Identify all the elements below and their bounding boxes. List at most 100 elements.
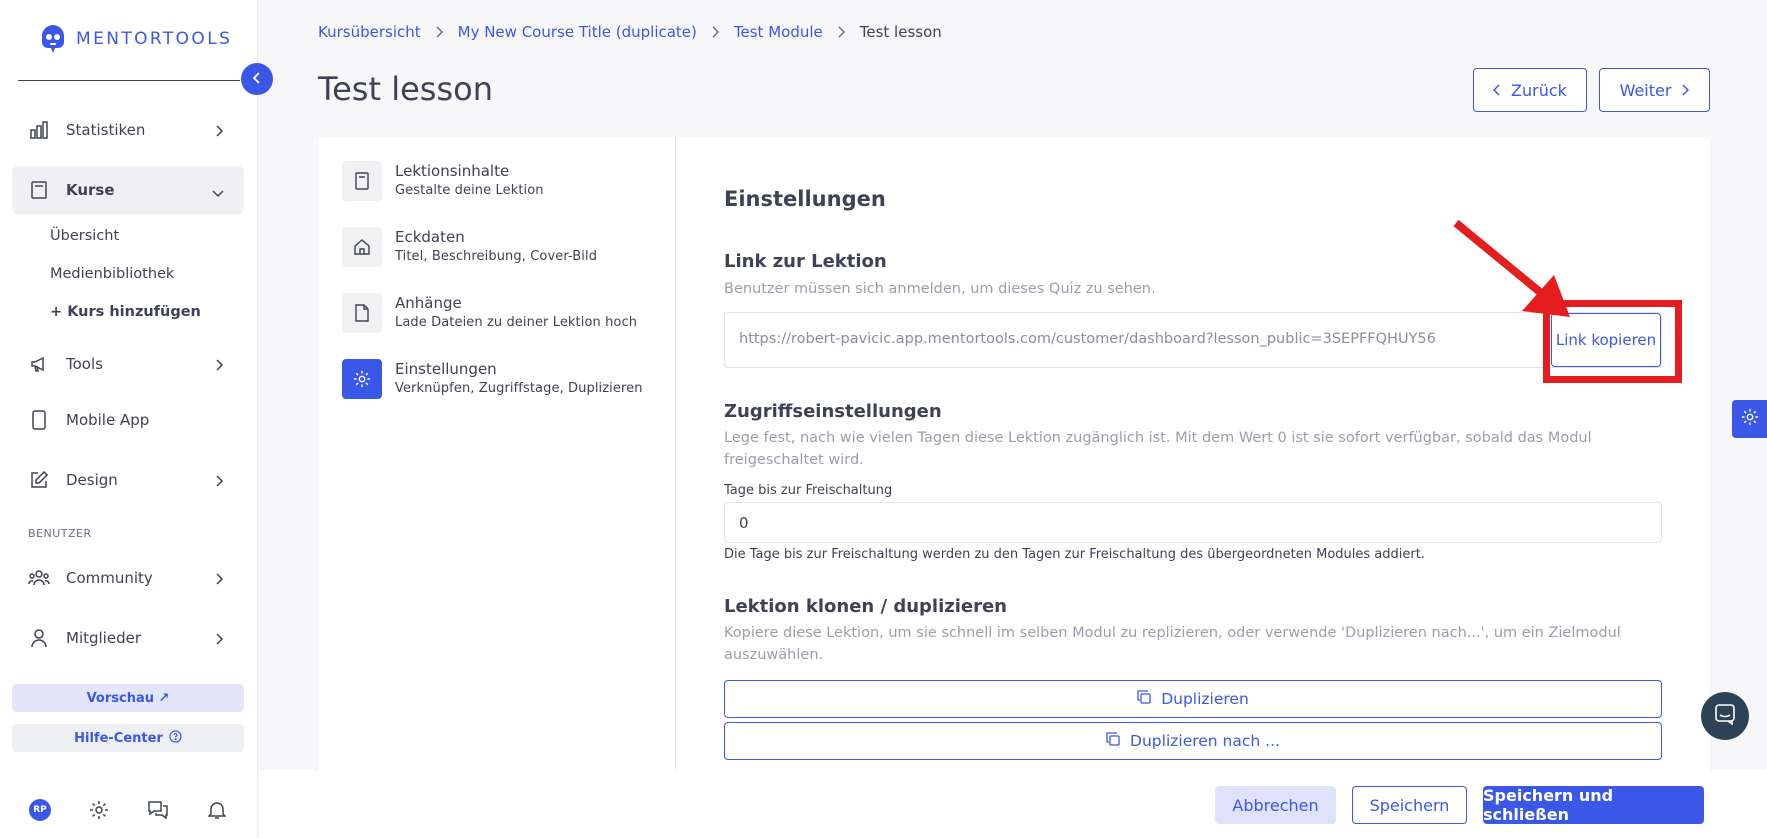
- divider: [675, 137, 676, 777]
- breadcrumb: Kursübersicht My New Course Title (dupli…: [318, 23, 942, 41]
- logo-text: MENTORTOOLS: [76, 29, 233, 49]
- tab-title: Lektionsinhalte: [395, 162, 510, 180]
- bell-icon[interactable]: [205, 798, 229, 822]
- tab-subtitle: Verknüpfen, Zugriffstage, Duplizieren: [395, 381, 643, 396]
- avatar-initials: RP: [29, 799, 51, 821]
- unlock-days-input[interactable]: 0: [724, 502, 1662, 543]
- chevron-right-icon: [214, 123, 224, 141]
- section-label-benutzer: BENUTZER: [28, 527, 92, 540]
- megaphone-icon: [28, 353, 50, 375]
- breadcrumb-item[interactable]: Test Module: [734, 23, 823, 41]
- help-center-label: Hilfe-Center: [74, 730, 163, 746]
- tab-eckdaten[interactable]: Eckdaten Titel, Beschreibung, Cover-Bild: [342, 227, 662, 271]
- access-section-heading: Zugriffseinstellungen: [724, 401, 942, 422]
- clone-section-heading: Lektion klonen / duplizieren: [724, 596, 1007, 617]
- chevron-right-icon: [711, 25, 720, 39]
- chevron-right-icon: [214, 357, 224, 375]
- sidebar-subitem-kurs-hinzufuegen[interactable]: + Kurs hinzufügen: [50, 304, 201, 320]
- sidebar-item-label: Mobile App: [66, 411, 150, 429]
- chevron-right-icon: [214, 473, 224, 491]
- sidebar-item-mitglieder[interactable]: Mitglieder: [12, 614, 244, 662]
- book-icon: [28, 179, 50, 201]
- tab-einstellungen[interactable]: Einstellungen Verknüpfen, Zugriffstage, …: [342, 359, 662, 403]
- avatar[interactable]: RP: [28, 798, 52, 822]
- duplicate-to-button[interactable]: Duplizieren nach ...: [724, 722, 1662, 760]
- chevron-right-icon: [435, 25, 444, 39]
- chevron-right-icon: [1681, 81, 1690, 100]
- duplicate-button[interactable]: Duplizieren: [724, 680, 1662, 718]
- users-icon: [28, 567, 50, 589]
- sidebar-item-community[interactable]: Community: [12, 554, 244, 602]
- sidebar-item-label: Community: [66, 569, 153, 587]
- logo-icon: [42, 25, 64, 53]
- duplicate-to-label: Duplizieren nach ...: [1130, 732, 1280, 750]
- tab-title: Eckdaten: [395, 228, 465, 246]
- divider: [18, 80, 240, 81]
- copy-icon: [1137, 690, 1151, 708]
- preview-button[interactable]: Vorschau ↗: [12, 684, 244, 712]
- lesson-link-url[interactable]: https://robert-pavicic.app.mentortools.c…: [739, 331, 1436, 347]
- tab-title: Anhänge: [395, 294, 462, 312]
- settings-toggle-button[interactable]: [1732, 400, 1767, 438]
- back-label: Zurück: [1511, 80, 1567, 100]
- sidebar-item-label: Kurse: [66, 181, 115, 199]
- collapse-sidebar-button[interactable]: [241, 63, 273, 95]
- sidebar: MENTORTOOLS Statistiken Kurse Übersicht …: [0, 0, 258, 838]
- page-title: Test lesson: [318, 70, 493, 108]
- sidebar-item-tools[interactable]: Tools: [12, 340, 244, 388]
- user-icon: [28, 627, 50, 649]
- breadcrumb-item[interactable]: My New Course Title (duplicate): [458, 23, 697, 41]
- settings-heading: Einstellungen: [724, 187, 886, 211]
- file-icon: [342, 293, 382, 333]
- save-button[interactable]: Speichern: [1352, 786, 1467, 824]
- lesson-editor-card: Lektionsinhalte Gestalte deine Lektion E…: [318, 137, 1710, 777]
- sidebar-item-label: Mitglieder: [66, 629, 141, 647]
- chevron-right-icon: [214, 571, 224, 589]
- help-center-button[interactable]: Hilfe-Center: [12, 724, 244, 752]
- copy-link-button[interactable]: Link kopieren: [1551, 313, 1661, 367]
- support-chat-button[interactable]: [1701, 692, 1749, 740]
- save-and-close-button[interactable]: Speichern und schließen: [1483, 786, 1704, 824]
- copy-icon: [1106, 732, 1120, 750]
- sidebar-item-statistiken[interactable]: Statistiken: [12, 106, 244, 154]
- sidebar-item-label: Tools: [66, 355, 103, 373]
- chevron-right-icon: [837, 25, 846, 39]
- back-button[interactable]: Zurück: [1473, 68, 1587, 112]
- tab-subtitle: Lade Dateien zu deiner Lektion hoch: [395, 315, 638, 330]
- chevron-down-icon: [212, 184, 224, 202]
- cancel-button[interactable]: Abbrechen: [1215, 786, 1336, 824]
- tab-anhaenge[interactable]: Anhänge Lade Dateien zu deiner Lektion h…: [342, 293, 662, 337]
- sidebar-item-design[interactable]: Design: [12, 456, 244, 504]
- sidebar-subitem-uebersicht[interactable]: Übersicht: [50, 228, 119, 244]
- tab-subtitle: Gestalte deine Lektion: [395, 183, 544, 198]
- home-icon: [342, 227, 382, 267]
- clone-section-description: Kopiere diese Lektion, um sie schnell im…: [724, 625, 1621, 663]
- gear-icon: [1741, 408, 1759, 430]
- duplicate-label: Duplizieren: [1161, 690, 1249, 708]
- gear-icon[interactable]: [87, 798, 111, 822]
- breadcrumb-current: Test lesson: [859, 23, 942, 41]
- next-button[interactable]: Weiter: [1599, 68, 1710, 112]
- sidebar-item-label: Design: [66, 471, 118, 489]
- gear-icon: [342, 359, 382, 399]
- preview-label: Vorschau ↗: [86, 690, 170, 706]
- bar-chart-icon: [28, 119, 50, 141]
- chat-bubble-icon: [1714, 703, 1736, 729]
- sidebar-item-mobile-app[interactable]: Mobile App: [12, 396, 244, 444]
- chat-icon[interactable]: [146, 798, 170, 822]
- sidebar-footer: RP: [0, 790, 258, 830]
- smartphone-icon: [28, 409, 50, 431]
- chevron-right-icon: [214, 631, 224, 649]
- tab-subtitle: Titel, Beschreibung, Cover-Bild: [395, 249, 598, 264]
- sidebar-item-kurse[interactable]: Kurse: [12, 166, 244, 214]
- breadcrumb-item[interactable]: Kursübersicht: [318, 23, 421, 41]
- help-circle-icon: [169, 729, 182, 747]
- link-section-description: Benutzer müssen sich anmelden, um dieses…: [724, 281, 1156, 297]
- chevron-left-icon: [252, 70, 262, 89]
- unlock-days-label: Tage bis zur Freischaltung: [724, 483, 893, 498]
- book-icon: [342, 161, 382, 201]
- tab-lektionsinhalte[interactable]: Lektionsinhalte Gestalte deine Lektion: [342, 161, 662, 205]
- logo[interactable]: MENTORTOOLS: [38, 22, 232, 56]
- access-section-description: Lege fest, nach wie vielen Tagen diese L…: [724, 430, 1592, 468]
- sidebar-subitem-medienbibliothek[interactable]: Medienbibliothek: [50, 266, 174, 282]
